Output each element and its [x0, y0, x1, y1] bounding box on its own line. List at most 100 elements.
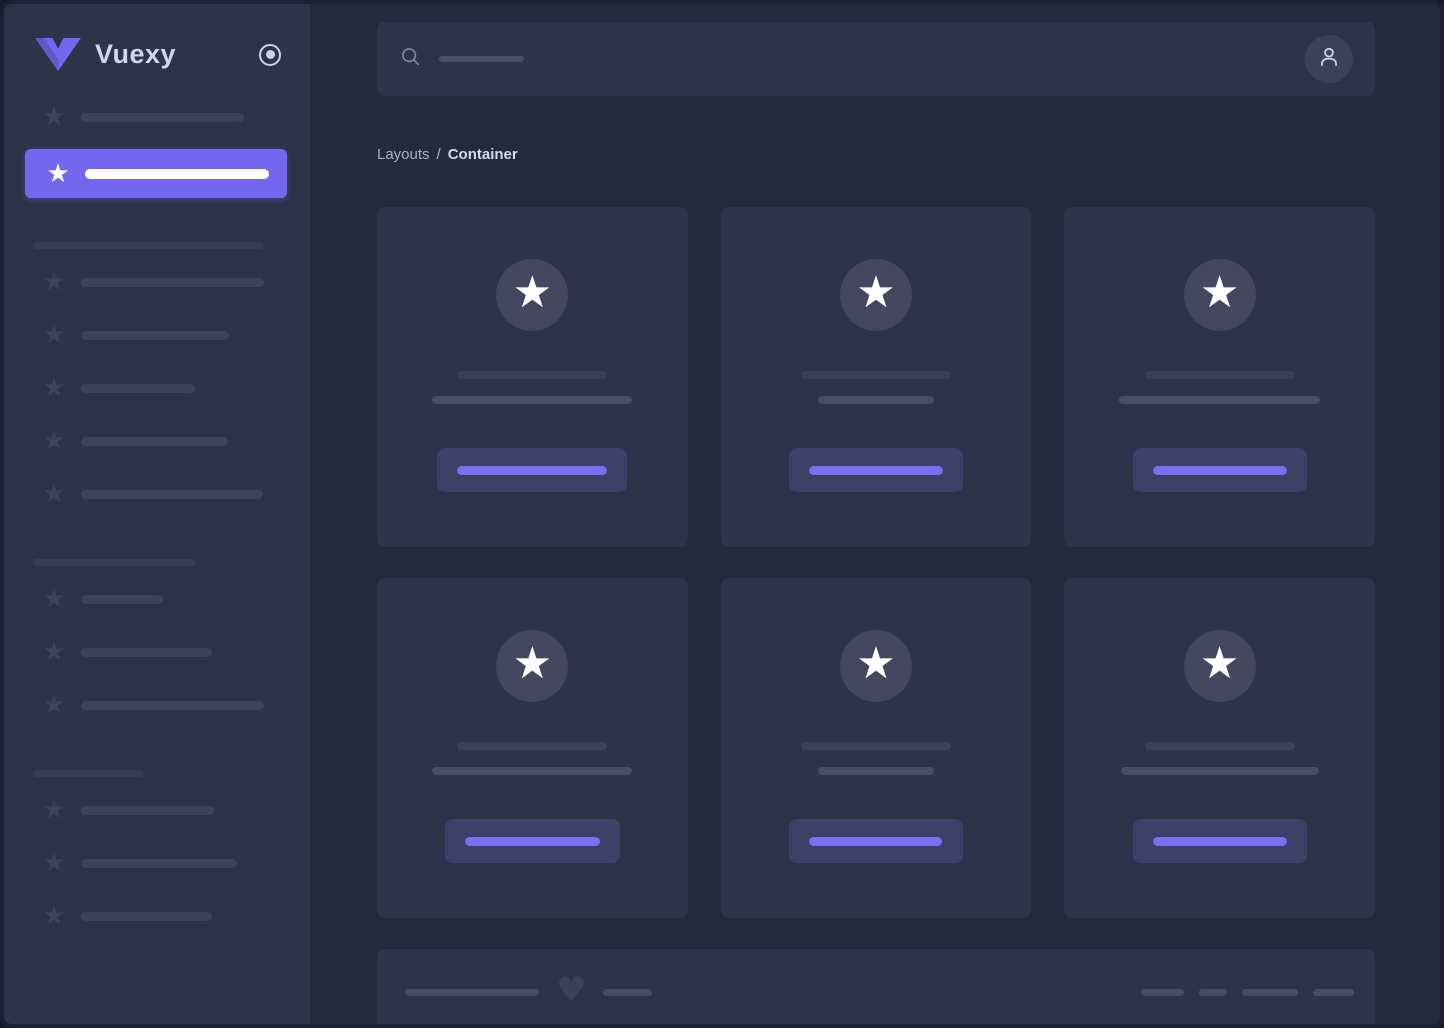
card-star-badge: ★ — [496, 259, 569, 331]
card-action-button[interactable] — [437, 448, 628, 492]
sidebar: Vuexy ★ ★ ★ ★ ★ ★ ★ ★ ★ ★ ★ ★ ★ — [4, 4, 310, 1024]
star-icon: ★ — [42, 479, 66, 509]
sidebar-nav-item[interactable]: ★ — [4, 314, 310, 356]
card-subtitle-placeholder-bar — [1120, 767, 1319, 775]
star-icon: ★ — [46, 158, 70, 189]
star-icon: ★ — [42, 795, 66, 825]
feature-card: ★ — [377, 207, 688, 547]
app-title: Vuexy — [95, 39, 177, 69]
footer-links-group — [1141, 988, 1354, 996]
nav-item-placeholder-bar — [81, 647, 212, 657]
nav-section-label-bar — [33, 242, 264, 249]
feature-card: ★ — [377, 578, 688, 918]
sidebar-nav-item[interactable]: ★ — [4, 96, 310, 138]
menu-pin-dot — [265, 50, 275, 59]
nav-item-placeholder-bar — [81, 330, 229, 340]
card-title-placeholder-bar — [800, 371, 951, 379]
nav-item-placeholder-bar — [81, 858, 237, 868]
card-action-button[interactable] — [444, 819, 620, 863]
card-title-placeholder-bar — [1144, 742, 1295, 750]
button-label-placeholder-bar — [464, 836, 600, 846]
app-window: Vuexy ★ ★ ★ ★ ★ ★ ★ ★ ★ ★ ★ ★ ★ Layouts … — [0, 0, 1444, 1028]
feature-card: ★ — [720, 578, 1032, 918]
feature-card: ★ — [1064, 578, 1375, 918]
card-star-badge: ★ — [496, 630, 569, 702]
star-icon: ★ — [512, 638, 553, 689]
nav-item-placeholder-bar — [81, 489, 263, 499]
footer-text-placeholder-bar — [603, 988, 653, 996]
main-content: Layouts / Container ★ ★ ★ ★ ★ ★ ♥ — [310, 4, 1440, 1024]
breadcrumb-separator: / — [436, 145, 441, 163]
heart-icon: ♥ — [556, 970, 587, 1010]
card-title-placeholder-bar — [1144, 371, 1295, 379]
nav-section-label-bar — [33, 770, 144, 777]
card-action-button[interactable] — [1132, 819, 1307, 863]
card-action-button[interactable] — [1132, 448, 1307, 492]
menu-pin-toggle-icon[interactable] — [259, 43, 281, 66]
search-input[interactable] — [400, 46, 524, 73]
footer-row: ♥ — [405, 970, 1354, 1010]
breadcrumb-parent[interactable]: Layouts — [377, 146, 430, 163]
sidebar-nav-item[interactable]: ★ — [4, 631, 310, 673]
star-icon: ★ — [42, 584, 66, 614]
star-icon: ★ — [42, 637, 66, 667]
footer-text-placeholder-bar — [405, 988, 539, 996]
card-action-button[interactable] — [788, 819, 963, 863]
button-label-placeholder-bar — [1152, 465, 1287, 475]
footer-link-placeholder-bar — [1313, 988, 1354, 996]
vuexy-logo-icon — [35, 38, 81, 71]
card-title-placeholder-bar — [457, 742, 608, 750]
user-avatar[interactable] — [1305, 35, 1353, 83]
card-star-badge: ★ — [1183, 630, 1256, 702]
sidebar-nav-item[interactable]: ★ — [4, 420, 310, 462]
nav-item-placeholder-bar — [81, 911, 212, 921]
sidebar-nav-item[interactable]: ★ — [4, 842, 310, 884]
breadcrumb-current: Container — [447, 145, 518, 163]
star-icon: ★ — [856, 638, 896, 689]
button-label-placeholder-bar — [457, 465, 608, 475]
sidebar-header: Vuexy — [4, 4, 310, 71]
person-icon — [1316, 44, 1342, 75]
card-title-placeholder-bar — [800, 742, 951, 750]
sidebar-nav-item[interactable]: ★ — [4, 473, 310, 515]
nav-item-placeholder-bar — [81, 594, 163, 604]
card-subtitle-placeholder-bar — [817, 767, 934, 775]
star-icon: ★ — [1199, 638, 1240, 689]
footer-link-placeholder-bar — [1141, 988, 1184, 996]
button-label-placeholder-bar — [808, 465, 943, 475]
star-icon: ★ — [42, 848, 66, 878]
nav-item-placeholder-bar — [81, 700, 264, 710]
nav-item-placeholder-bar — [81, 112, 244, 122]
card-star-badge: ★ — [1183, 259, 1256, 331]
nav-item-placeholder-bar — [81, 805, 214, 815]
star-icon: ★ — [512, 267, 553, 318]
card-title-placeholder-bar — [457, 371, 608, 379]
nav-item-placeholder-bar — [81, 383, 195, 393]
sidebar-nav-item[interactable]: ★ — [4, 261, 310, 303]
sidebar-nav-item[interactable]: ★ — [4, 789, 310, 831]
star-icon: ★ — [42, 102, 66, 132]
card-subtitle-placeholder-bar — [817, 396, 934, 404]
sidebar-nav-item[interactable]: ★ — [4, 684, 310, 726]
sidebar-nav-item-active[interactable]: ★ — [25, 149, 287, 198]
sidebar-nav-item[interactable]: ★ — [4, 367, 310, 409]
nav-item-placeholder-bar — [81, 277, 264, 287]
star-icon: ★ — [42, 320, 66, 350]
sidebar-nav-item[interactable]: ★ — [4, 895, 310, 937]
nav-section-label-bar — [33, 559, 196, 566]
card-star-badge: ★ — [839, 259, 912, 331]
star-icon: ★ — [856, 267, 896, 318]
button-label-placeholder-bar — [809, 836, 943, 846]
card-star-badge: ★ — [839, 630, 912, 702]
search-placeholder-bar — [439, 56, 524, 62]
sidebar-nav-item[interactable]: ★ — [4, 578, 310, 620]
star-icon: ★ — [42, 690, 66, 720]
star-icon: ★ — [1199, 267, 1240, 318]
card-action-button[interactable] — [788, 448, 963, 492]
search-icon — [400, 46, 422, 73]
star-icon: ★ — [42, 901, 66, 931]
button-label-placeholder-bar — [1152, 836, 1287, 846]
card-subtitle-placeholder-bar — [1119, 396, 1321, 404]
sidebar-nav: ★ ★ ★ ★ ★ ★ ★ ★ ★ ★ ★ ★ ★ — [4, 96, 310, 937]
navbar — [377, 22, 1375, 96]
